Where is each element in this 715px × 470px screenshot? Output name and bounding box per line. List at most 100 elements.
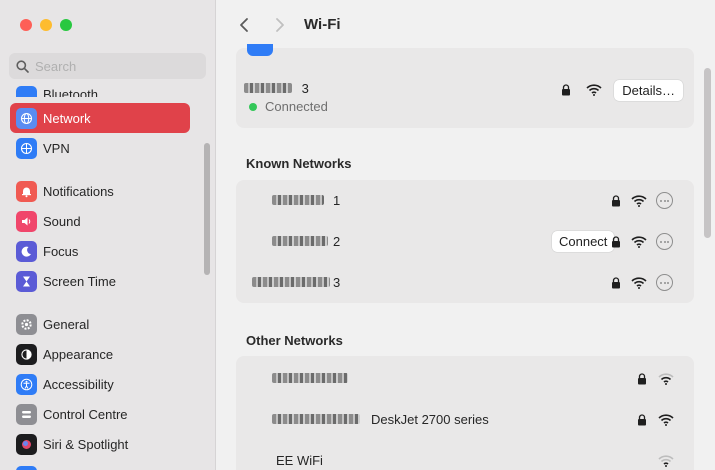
wifi-icon xyxy=(658,373,674,385)
search-box[interactable] xyxy=(9,53,206,79)
hourglass-icon xyxy=(16,270,37,292)
gear-icon xyxy=(16,313,37,335)
sidebar-item-notifications[interactable]: Notifications xyxy=(10,176,190,206)
close-window-button[interactable] xyxy=(20,19,32,31)
sidebar-item-bluetooth[interactable]: Bluetooth xyxy=(10,77,190,97)
known-network-suffix: 3 xyxy=(333,275,341,290)
search-icon xyxy=(16,59,29,73)
speaker-icon xyxy=(16,210,37,232)
other-networks-heading: Other Networks xyxy=(246,333,343,348)
redacted-network-name xyxy=(272,373,348,383)
known-network-row[interactable]: 3 xyxy=(236,262,694,303)
sidebar: Bluetooth Network VPN Notifications Soun… xyxy=(0,0,216,470)
redacted-network-name xyxy=(272,236,328,246)
lock-icon xyxy=(612,236,620,248)
toolbar: Wi-Fi xyxy=(217,0,715,48)
sidebar-item-accessibility[interactable]: Accessibility xyxy=(10,369,190,399)
wifi-icon xyxy=(631,236,647,248)
accessibility-icon xyxy=(16,373,37,395)
sidebar-item-focus[interactable]: Focus xyxy=(10,236,190,266)
known-network-suffix: 1 xyxy=(333,193,341,208)
wifi-icon xyxy=(631,195,647,207)
sidebar-item-label: General xyxy=(43,316,90,332)
current-network-name: 3 xyxy=(244,81,309,96)
sidebar-item-label: Notifications xyxy=(43,183,114,199)
other-networks-list: DeskJet 2700 series EE WiFi xyxy=(236,356,694,470)
main-scrollbar[interactable] xyxy=(704,68,711,238)
more-options-icon[interactable] xyxy=(656,274,673,291)
wifi-toggle[interactable] xyxy=(247,44,273,56)
wifi-icon xyxy=(586,84,602,96)
other-network-name: EE WiFi xyxy=(276,453,323,468)
known-network-row[interactable]: 1 xyxy=(236,180,694,221)
sidebar-item-siri-spotlight[interactable]: Siri & Spotlight xyxy=(10,429,190,459)
more-options-icon[interactable] xyxy=(656,192,673,209)
sidebar-item-control-centre[interactable]: Control Centre xyxy=(10,399,190,429)
sidebar-item-label: Screen Time xyxy=(43,273,116,289)
sidebar-item-vpn[interactable]: VPN xyxy=(10,133,190,163)
bluetooth-icon xyxy=(16,86,37,97)
sidebar-item-label: Appearance xyxy=(43,346,114,362)
connect-button[interactable]: Connect xyxy=(552,231,615,252)
other-network-row[interactable]: DeskJet 2700 series xyxy=(236,399,694,440)
forward-button[interactable] xyxy=(269,14,291,36)
sidebar-item-screen-time[interactable]: Screen Time xyxy=(10,266,190,296)
sidebar-item-general[interactable]: General xyxy=(10,309,190,339)
sidebar-item-label: Focus xyxy=(43,243,79,259)
sidebar-item-sound[interactable]: Sound xyxy=(10,206,190,236)
privacy-icon xyxy=(16,466,37,470)
known-network-row[interactable]: 2 Connect xyxy=(236,221,694,262)
other-network-row[interactable]: EE WiFi xyxy=(236,440,694,470)
bell-icon xyxy=(16,180,37,202)
appearance-icon xyxy=(16,343,37,365)
sidebar-item-appearance[interactable]: Appearance xyxy=(10,339,190,369)
sidebar-item-label: Network xyxy=(43,110,91,126)
zoom-window-button[interactable] xyxy=(60,19,72,31)
redacted-network-name xyxy=(272,414,360,424)
connection-status: Connected xyxy=(249,99,328,114)
sidebar-item-label: VPN xyxy=(43,140,70,156)
wifi-icon xyxy=(631,277,647,289)
sidebar-item-next[interactable] xyxy=(10,462,190,470)
main-pane: Wi-Fi 3 Connected Details… Known Network… xyxy=(217,0,715,470)
sidebar-item-label: Sound xyxy=(43,213,81,229)
control-centre-icon xyxy=(16,403,37,425)
connection-status-label: Connected xyxy=(265,99,328,114)
sidebar-item-label: Bluetooth xyxy=(43,87,98,97)
other-network-row[interactable] xyxy=(236,358,694,399)
current-network-suffix: 3 xyxy=(301,81,309,96)
chevron-right-icon xyxy=(276,18,284,32)
page-title: Wi-Fi xyxy=(304,16,341,33)
known-network-suffix: 2 xyxy=(333,234,341,249)
minimize-window-button[interactable] xyxy=(40,19,52,31)
other-network-name: DeskJet 2700 series xyxy=(371,412,489,427)
sidebar-item-label: Accessibility xyxy=(43,376,114,392)
sidebar-item-network[interactable]: Network xyxy=(10,103,190,133)
known-networks-heading: Known Networks xyxy=(246,156,352,171)
connected-dot-icon xyxy=(249,102,257,111)
sidebar-item-label: Siri & Spotlight xyxy=(43,436,129,452)
search-input[interactable] xyxy=(35,58,195,74)
vpn-icon xyxy=(16,137,37,159)
lock-icon xyxy=(612,195,620,207)
redacted-network-name xyxy=(252,277,330,287)
siri-icon xyxy=(16,433,37,455)
wifi-icon xyxy=(658,414,674,426)
window-controls xyxy=(20,19,72,31)
lock-icon xyxy=(638,373,646,385)
lock-icon xyxy=(562,84,570,96)
globe-icon xyxy=(16,107,37,129)
sidebar-scrollbar[interactable] xyxy=(204,143,210,275)
known-networks-list: 1 2 Connect 3 xyxy=(236,180,694,303)
redacted-network-name xyxy=(272,195,324,205)
sidebar-item-label: Control Centre xyxy=(43,406,128,422)
wifi-icon xyxy=(658,455,674,467)
lock-icon xyxy=(638,414,646,426)
moon-icon xyxy=(16,240,37,262)
more-options-icon[interactable] xyxy=(656,233,673,250)
current-network-card: 3 Connected Details… xyxy=(236,44,694,128)
back-button[interactable] xyxy=(233,14,255,36)
details-button[interactable]: Details… xyxy=(614,80,683,101)
lock-icon xyxy=(612,277,620,289)
chevron-left-icon xyxy=(240,18,248,32)
